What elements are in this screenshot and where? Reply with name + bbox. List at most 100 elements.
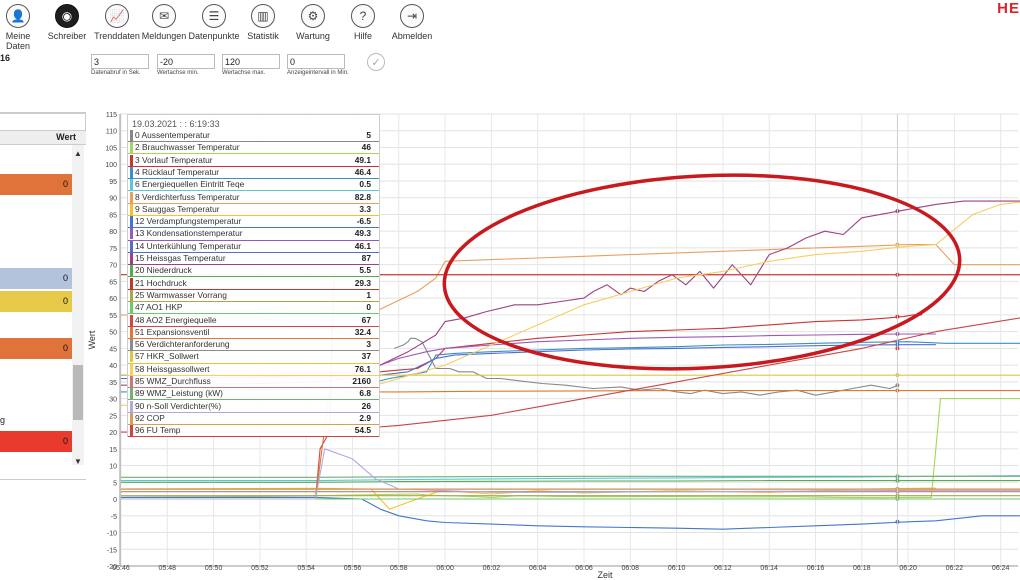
legend-row: 3 Vorlauf Temperatur 49.1: [128, 154, 379, 167]
x-tick-label: 06:04: [529, 565, 547, 572]
y-tick-label: 105: [105, 145, 117, 152]
y-axis-ticks: 1151101051009590858075706560555045403530…: [105, 112, 117, 571]
x-tick-label: 05:56: [344, 565, 362, 572]
y-tick-label: 20: [109, 430, 117, 437]
legend-series-value: 46.4: [354, 166, 371, 177]
legend-row: 47 AO1 HKP 0: [128, 302, 379, 315]
legend-series-name: 8 Verdichterfuss Temperatur: [135, 191, 240, 202]
legend-row: 90 n-Soll Verdichter(%) 26: [128, 400, 379, 413]
legend-series-value: 3: [366, 339, 371, 350]
legend-series-name: 20 Niederdruck: [135, 265, 192, 276]
legend-series-name: 3 Vorlauf Temperatur: [135, 154, 213, 165]
legend-series-name: 48 AO2 Energiequelle: [135, 314, 217, 325]
x-tick-label: 06:08: [622, 565, 640, 572]
x-tick-label: 05:46: [112, 565, 130, 572]
legend-row: 92 COP 2.9: [128, 412, 379, 426]
x-tick-label: 06:24: [992, 565, 1010, 572]
y-tick-label: -15: [107, 547, 117, 554]
y-tick-label: 70: [109, 263, 117, 270]
y-tick-label: 110: [106, 129, 117, 136]
legend-swatch: [130, 179, 133, 191]
x-tick-label: 05:54: [297, 565, 315, 572]
legend-series-name: 13 Kondensationstemperatur: [135, 228, 243, 239]
legend-series-name: 14 Unterkühlung Temperatur: [135, 240, 241, 251]
legend-swatch: [130, 412, 133, 424]
legend-series-name: 96 FU Temp: [135, 425, 181, 436]
x-tick-label: 05:58: [390, 565, 408, 572]
x-tick-label: 06:20: [899, 565, 917, 572]
legend-row: 8 Verdichterfuss Temperatur 82.8: [128, 191, 379, 204]
legend-series-value: 76.1: [354, 363, 371, 374]
legend-series-name: 58 Heissgassollwert: [135, 363, 210, 374]
legend-series-value: 1: [366, 289, 371, 300]
legend-timestamp: 19.03.2021 : : 6:19:33: [132, 119, 220, 129]
legend-swatch: [130, 142, 133, 154]
legend-swatch: [130, 130, 133, 141]
legend-row: 58 Heissgassollwert 76.1: [128, 363, 379, 376]
legend-series-value: 6.8: [359, 388, 371, 399]
legend-swatch: [130, 425, 133, 437]
legend-row: 25 Warmwasser Vorrang 1: [128, 289, 379, 303]
x-tick-label: 05:52: [251, 565, 269, 572]
legend-row: 13 Kondensationstemperatur 49.3: [128, 228, 379, 241]
legend-swatch: [130, 388, 133, 400]
x-tick-label: 06:14: [760, 565, 778, 572]
y-axis-label: Wert: [87, 330, 97, 349]
legend-row: 9 Sauggas Temperatur 3.3: [128, 203, 379, 216]
legend-series-name: 21 Hochdruck: [135, 277, 187, 288]
legend-series-value: 5: [366, 130, 371, 140]
legend-series-value: 46.1: [354, 240, 371, 251]
legend-series-name: 90 n-Soll Verdichter(%): [135, 400, 222, 411]
legend-row: 96 FU Temp 54.5: [128, 425, 379, 438]
legend-series-name: 85 WMZ_Durchfluss: [135, 376, 211, 386]
x-tick-label: 05:50: [205, 565, 223, 572]
legend-row: 57 HKR_Sollwert 37: [128, 351, 379, 364]
legend-swatch: [130, 400, 133, 412]
legend-swatch: [130, 277, 133, 289]
legend-series-name: 47 AO1 HKP: [135, 302, 183, 313]
legend-series-value: 29.3: [354, 277, 371, 288]
legend-series-value: 5.5: [359, 265, 371, 276]
legend-row: 0 Aussentemperatur 5: [128, 130, 379, 143]
legend-series-value: 26: [361, 400, 371, 411]
legend-series-name: 25 Warmwasser Vorrang: [135, 289, 227, 300]
legend-row: 6 Energiequellen Eintritt Teqe 0.5: [128, 179, 379, 192]
legend-series-name: 57 HKR_Sollwert: [135, 351, 199, 362]
legend-series-value: 54.5: [354, 425, 371, 436]
legend-row: 15 Heissgas Temperatur 87: [128, 253, 379, 266]
legend-series-value: 82.8: [354, 191, 371, 202]
legend-series-value: 2.9: [359, 412, 371, 423]
legend-swatch: [130, 265, 133, 277]
y-tick-label: 0: [113, 497, 117, 504]
x-tick-label: 06:22: [946, 565, 964, 572]
y-tick-label: -5: [111, 514, 117, 521]
y-tick-label: 35: [109, 380, 117, 387]
legend-row: 85 WMZ_Durchfluss 2160: [128, 376, 379, 389]
x-tick-label: 06:06: [575, 565, 593, 572]
y-tick-label: 85: [109, 212, 117, 219]
legend-swatch: [130, 166, 133, 178]
legend-swatch: [130, 240, 133, 252]
legend-row: 20 Niederdruck 5.5: [128, 265, 379, 278]
legend-series-value: 2160: [352, 376, 371, 386]
x-tick-label: 06:16: [807, 565, 825, 572]
legend-swatch: [130, 154, 133, 166]
y-tick-label: -10: [107, 531, 117, 538]
legend-series-value: 49.1: [354, 154, 371, 165]
legend-series-name: 2 Brauchwasser Temperatur: [135, 142, 240, 153]
legend-series-value: 32.4: [354, 326, 371, 337]
legend-series-name: 89 WMZ_Leistung (kW): [135, 388, 223, 399]
y-tick-label: 50: [109, 330, 117, 337]
y-tick-label: 60: [109, 296, 117, 303]
legend-series-value: 0: [366, 302, 371, 313]
x-tick-label: 05:48: [159, 565, 177, 572]
x-tick-label: 06:18: [853, 565, 871, 572]
legend-series-value: 0.5: [359, 179, 371, 190]
x-tick-label: 06:00: [436, 565, 454, 572]
legend-series-value: -6.5: [356, 216, 371, 227]
legend-row: 89 WMZ_Leistung (kW) 6.8: [128, 388, 379, 401]
legend-series-value: 67: [361, 314, 371, 325]
legend-row: 51 Expansionsventil 32.4: [128, 326, 379, 339]
legend-row: 4 Rücklauf Temperatur 46.4: [128, 166, 379, 180]
y-tick-label: 90: [109, 196, 117, 203]
